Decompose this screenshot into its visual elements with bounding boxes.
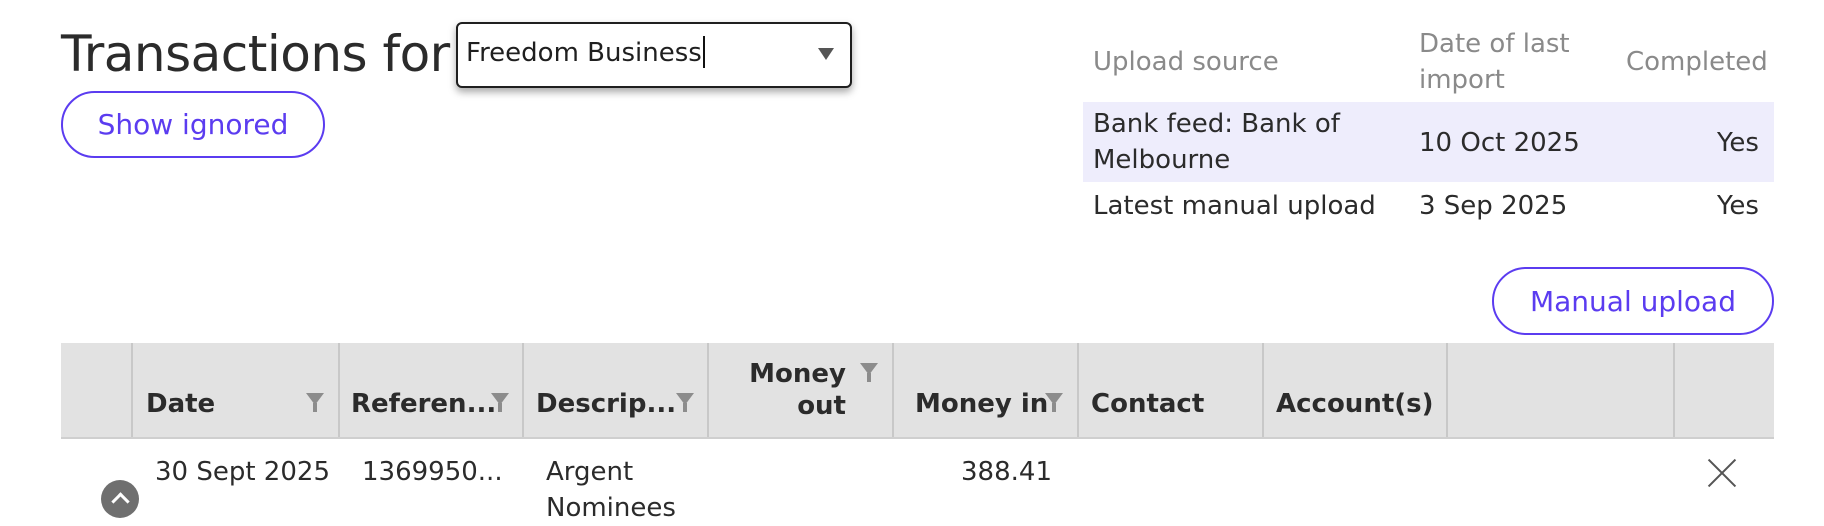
filter-icon[interactable] [676,393,694,412]
column-divider [1077,343,1079,437]
column-divider [131,343,133,437]
column-divider [892,343,894,437]
column-header-reference[interactable]: Referen... [351,388,496,420]
import-date-cell: 3 Sep 2025 [1419,191,1568,221]
column-header-accounts: Account(s) [1276,389,1434,419]
filter-icon[interactable] [1045,393,1063,412]
completed-cell: Yes [1717,191,1759,221]
filter-icon[interactable] [860,363,878,382]
close-icon[interactable] [1705,456,1739,490]
column-divider [1446,343,1448,437]
manual-upload-button[interactable]: Manual upload [1492,267,1774,335]
column-header-date[interactable]: Date [146,388,215,420]
account-select-value[interactable]: Freedom Business [466,35,705,68]
column-header-money-in[interactable]: Money in [915,388,1048,420]
column-header-contact: Contact [1091,389,1205,419]
upload-source-cell: Latest manual upload [1093,191,1376,221]
transaction-reference: 1369950... [362,457,503,487]
column-divider [338,343,340,437]
transaction-date: 30 Sept 2025 [155,457,330,487]
column-divider [1673,343,1675,437]
column-divider [707,343,709,437]
show-ignored-button[interactable]: Show ignored [61,91,325,158]
column-divider [1262,343,1264,437]
column-divider [522,343,524,437]
column-header-description[interactable]: Descrip... [536,388,676,420]
import-date-cell: 10 Oct 2025 [1419,128,1580,158]
page-title: Transactions for [61,25,450,83]
completed-cell: Yes [1717,128,1759,158]
upload-source-cell: Bank feed: Bank of Melbourne [1093,109,1340,175]
upload-source-header: Upload source [1093,47,1279,77]
completed-header: Completed [1626,47,1768,77]
expand-icon[interactable] [101,480,139,518]
filter-icon[interactable] [306,393,324,412]
header-divider [61,437,1774,439]
transaction-description: Argent Nominees [546,457,676,523]
column-header-money-out[interactable]: Money out [720,358,846,422]
filter-icon[interactable] [491,393,509,412]
transaction-money-in: 388.41 [961,457,1052,487]
chevron-down-icon[interactable] [818,48,834,60]
account-select[interactable]: Freedom Business [456,22,852,88]
date-of-last-import-header: Date of last import [1419,29,1570,95]
